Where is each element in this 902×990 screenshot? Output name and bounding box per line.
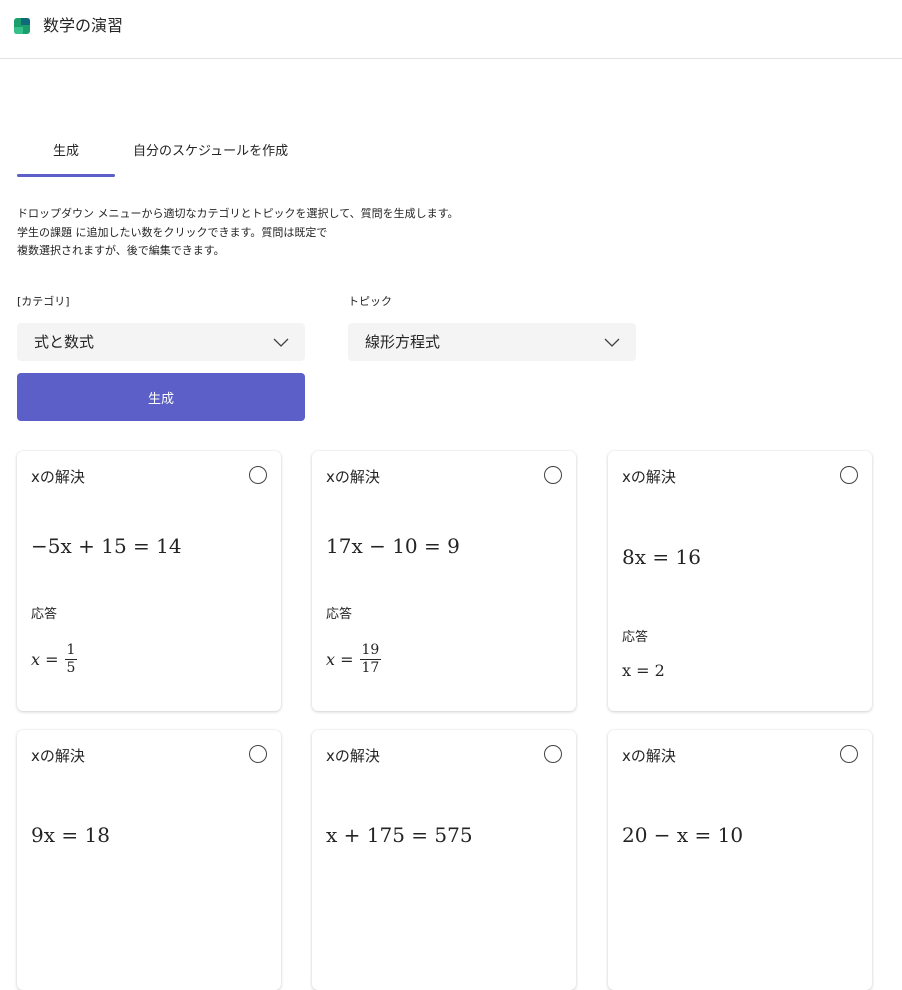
instructions-line: 複数選択されますが、後で編集できます。 — [17, 244, 225, 257]
category-label: [カテゴリ] — [17, 295, 70, 308]
select-radio[interactable] — [544, 745, 562, 763]
app-title: 数学の演習 — [43, 16, 124, 35]
answer-fraction: 1 5 — [64, 642, 78, 677]
instructions-line: 学生の課題 に追加したい数をクリックできます。質問は既定で — [17, 225, 328, 239]
select-radio[interactable] — [249, 466, 267, 484]
question-card[interactable]: xの解決 17x − 10 = 9 応答 x = 19 17 — [312, 451, 576, 711]
chevron-down-icon — [604, 338, 620, 347]
generate-button[interactable]: 生成 — [17, 373, 305, 421]
fraction-denominator: 17 — [361, 660, 380, 676]
select-radio[interactable] — [840, 466, 858, 484]
tab-generate[interactable]: 生成 — [17, 140, 115, 177]
question-card[interactable]: xの解決 9x = 18 — [17, 730, 281, 990]
answer-prefix: x = — [31, 650, 59, 669]
select-radio[interactable] — [249, 745, 267, 763]
answer: x = 2 — [622, 661, 665, 680]
chevron-down-icon — [273, 338, 289, 347]
question-title: xの解決 — [31, 468, 85, 486]
fraction-denominator: 5 — [66, 660, 76, 676]
question-title: xの解決 — [326, 468, 380, 486]
question-card[interactable]: xの解決 x + 175 = 575 — [312, 730, 576, 990]
topic-value: 線形方程式 — [365, 333, 441, 351]
answer-label: 応答 — [622, 630, 649, 645]
tab-create-schedule[interactable]: 自分のスケジュールを作成 — [133, 140, 288, 164]
category-dropdown[interactable]: 式と数式 — [17, 323, 305, 361]
question-title: xの解決 — [31, 747, 85, 765]
instructions-line: ドロップダウン メニューから適切なカテゴリとトピックを選択して、質問を生成します… — [17, 207, 459, 220]
question-equation: 17x − 10 = 9 — [326, 534, 460, 558]
tab-generate-label: 生成 — [52, 144, 79, 159]
app-header: 数学の演習 — [0, 0, 902, 59]
question-equation: −5x + 15 = 14 — [31, 534, 182, 558]
math-app-logo-icon — [14, 18, 30, 34]
answer-prefix: x = — [326, 650, 354, 669]
tab-active-indicator — [17, 174, 115, 177]
question-card[interactable]: xの解決 8x = 16 応答 x = 2 — [608, 451, 872, 711]
question-equation: 8x = 16 — [622, 545, 701, 569]
select-radio[interactable] — [840, 745, 858, 763]
question-equation: 9x = 18 — [31, 823, 110, 847]
answer-label: 応答 — [326, 607, 353, 622]
answer: x = 1 5 — [31, 642, 78, 677]
select-radio[interactable] — [544, 466, 562, 484]
fraction-numerator: 19 — [359, 642, 382, 660]
topic-dropdown[interactable]: 線形方程式 — [348, 323, 636, 361]
category-value: 式と数式 — [34, 333, 95, 351]
question-card[interactable]: xの解決 −5x + 15 = 14 応答 x = 1 5 — [17, 451, 281, 711]
question-title: xの解決 — [622, 747, 676, 765]
question-title: xの解決 — [326, 747, 380, 765]
question-equation: 20 − x = 10 — [622, 823, 744, 847]
answer: x = 19 17 — [326, 642, 382, 677]
answer-fraction: 19 17 — [359, 642, 382, 677]
instructions: ドロップダウン メニューから適切なカテゴリとトピックを選択して、質問を生成します… — [17, 205, 459, 261]
question-card[interactable]: xの解決 20 − x = 10 — [608, 730, 872, 990]
question-title: xの解決 — [622, 468, 676, 486]
answer-label: 応答 — [31, 607, 58, 622]
fraction-numerator: 1 — [64, 642, 78, 660]
topic-label: トピック — [348, 295, 392, 308]
question-equation: x + 175 = 575 — [326, 823, 473, 847]
